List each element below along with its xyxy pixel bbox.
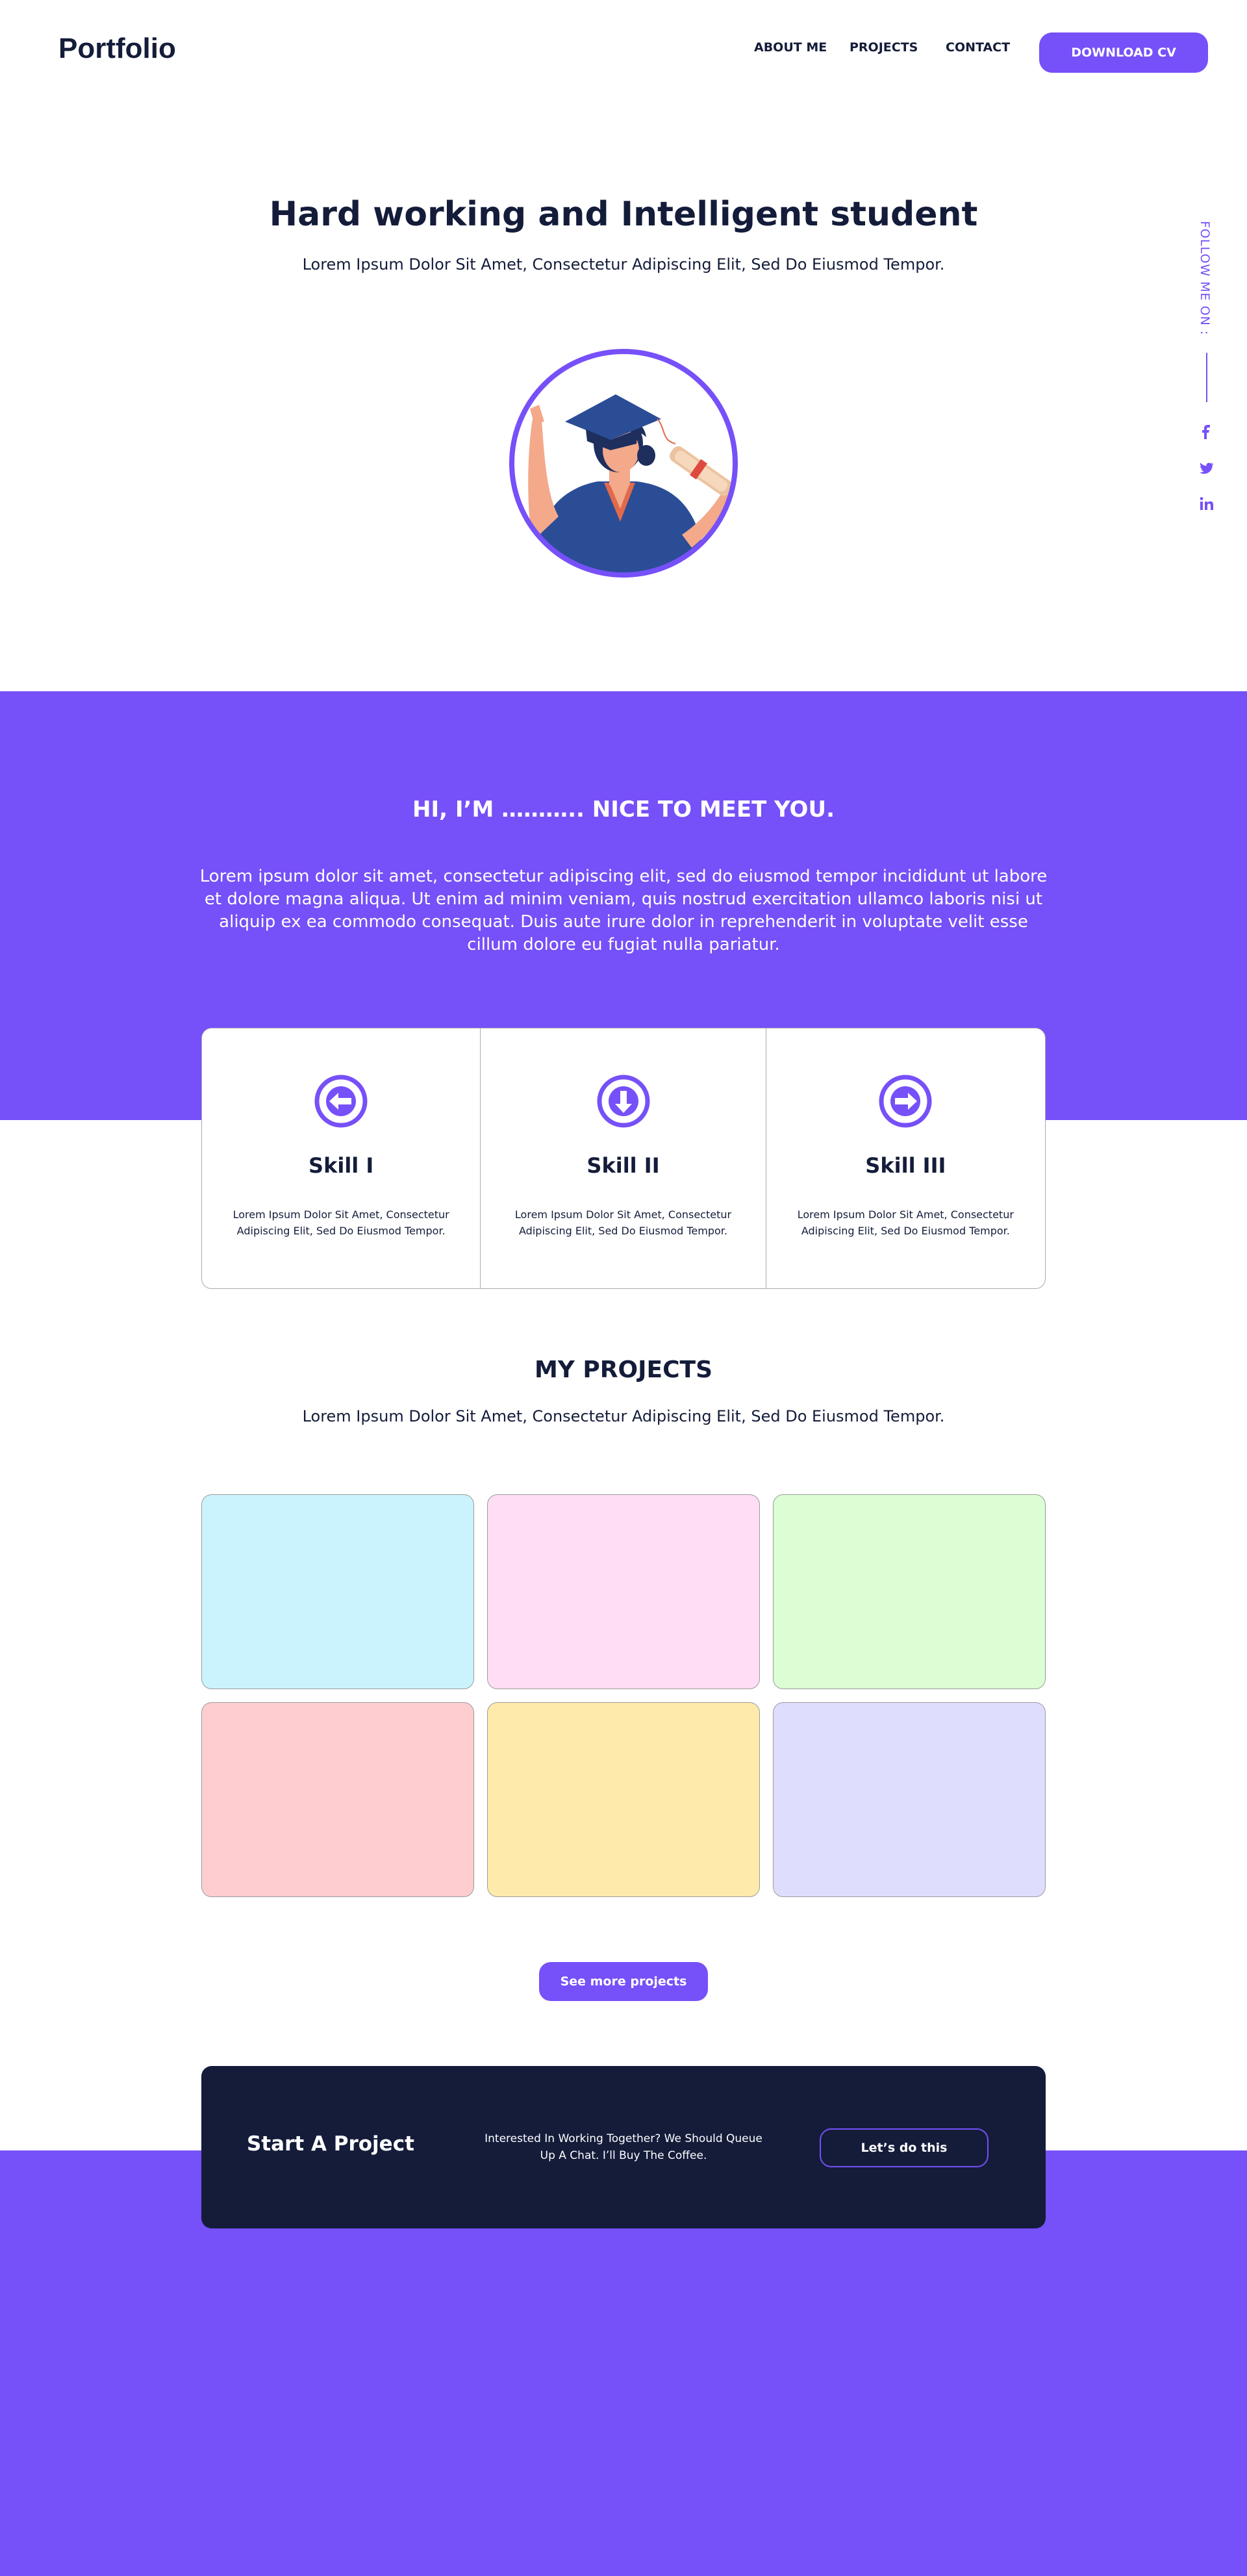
skill-name: Skill I (309, 1153, 374, 1178)
linkedin-icon[interactable] (1198, 495, 1216, 513)
arrow-right-circle-icon (878, 1074, 933, 1129)
graduate-avatar (507, 346, 740, 580)
intro-title: HI, I’M ……….. NICE TO MEET YOU. (412, 797, 835, 823)
nav-projects[interactable]: PROJECTS (850, 40, 918, 55)
project-card-2[interactable] (487, 1494, 760, 1689)
skills-panel: Skill I Lorem Ipsum Dolor Sit Amet, Cons… (201, 1028, 1046, 1289)
skill-card-1: Skill I Lorem Ipsum Dolor Sit Amet, Cons… (202, 1028, 481, 1288)
hero-title: Hard working and Intelligent student (269, 195, 978, 234)
projects-subtitle: Lorem Ipsum Dolor Sit Amet, Consectetur … (302, 1407, 945, 1425)
follow-me-label: FOLLOW ME ON : (1198, 221, 1212, 336)
project-card-6[interactable] (773, 1702, 1046, 1897)
project-card-3[interactable] (773, 1494, 1046, 1689)
skill-description: Lorem Ipsum Dolor Sit Amet, Consectetur … (797, 1208, 1014, 1237)
skill-name: Skill II (586, 1153, 660, 1178)
nav-about-me[interactable]: ABOUT ME (754, 40, 827, 55)
start-project-panel: Start A Project Interested In Working To… (201, 2066, 1046, 2228)
skill-description: Lorem Ipsum Dolor Sit Amet, Consectetur … (514, 1208, 732, 1237)
twitter-icon[interactable] (1198, 459, 1216, 478)
follow-divider (1206, 353, 1207, 402)
cta-text: Interested In Working Together? We Shoul… (485, 2132, 762, 2162)
skill-description: Lorem Ipsum Dolor Sit Amet, Consectetur … (233, 1208, 449, 1237)
skill-card-2: Skill II Lorem Ipsum Dolor Sit Amet, Con… (481, 1028, 766, 1288)
cta-title: Start A Project (247, 2132, 414, 2156)
arrow-down-circle-icon (596, 1074, 651, 1129)
skill-card-3: Skill III Lorem Ipsum Dolor Sit Amet, Co… (766, 1028, 1045, 1288)
project-card-4[interactable] (201, 1702, 474, 1897)
skill-name: Skill III (865, 1153, 946, 1178)
intro-text: Lorem ipsum dolor sit amet, consectetur … (199, 867, 1048, 954)
facebook-icon[interactable] (1198, 424, 1216, 442)
nav-contact[interactable]: CONTACT (946, 40, 1010, 55)
arrow-left-circle-icon (314, 1074, 368, 1129)
hero-subtitle: Lorem Ipsum Dolor Sit Amet, Consectetur … (302, 255, 945, 274)
download-cv-button[interactable]: DOWNLOAD CV (1039, 32, 1208, 73)
projects-title: MY PROJECTS (534, 1357, 713, 1383)
logo[interactable]: Portfolio (58, 32, 176, 65)
project-card-1[interactable] (201, 1494, 474, 1689)
project-card-5[interactable] (487, 1702, 760, 1897)
see-more-projects-button[interactable]: See more projects (539, 1962, 708, 2001)
lets-do-this-button[interactable]: Let’s do this (820, 2128, 989, 2167)
header: Portfolio ABOUT ME PROJECTS CONTACT DOWN… (0, 0, 1247, 104)
